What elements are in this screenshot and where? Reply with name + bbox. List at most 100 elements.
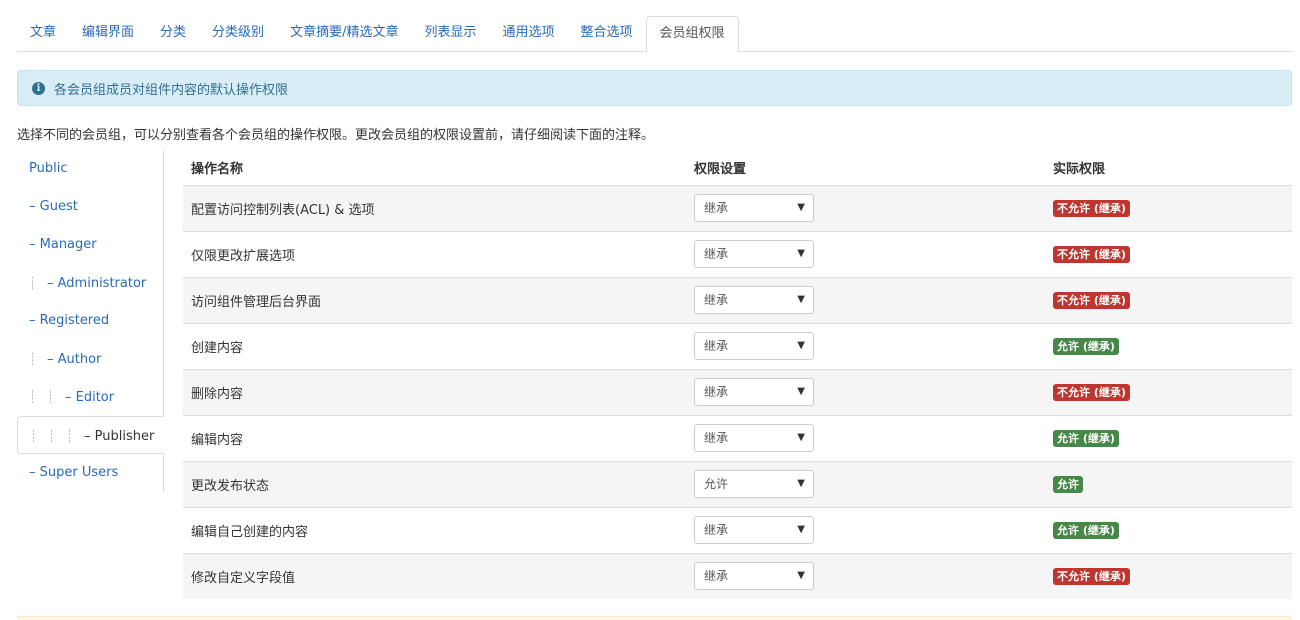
permission-select[interactable]: 允许 ▼ xyxy=(694,470,814,498)
group-item-administrator[interactable]: ┊ – Administrator xyxy=(17,264,163,302)
user-group-list: Public – Guest – Manager ┊ – Administrato… xyxy=(17,150,164,492)
select-value: 继承 xyxy=(704,569,729,584)
tab-shared[interactable]: 通用选项 xyxy=(489,16,567,52)
table-header-row: 操作名称 权限设置 实际权限 xyxy=(183,150,1292,186)
tree-guide-icon: ┊ xyxy=(47,390,55,404)
group-label: – Administrator xyxy=(47,276,147,291)
action-name: 删除内容 xyxy=(183,368,686,415)
select-value: 继承 xyxy=(704,431,729,445)
caret-down-icon: ▼ xyxy=(797,340,805,351)
group-item-editor[interactable]: ┊ ┊ – Editor xyxy=(17,378,163,416)
tab-permissions[interactable]: 会员组权限 xyxy=(645,16,739,53)
tree-guide-icon: ┊ xyxy=(29,352,37,366)
group-item-manager[interactable]: – Manager xyxy=(17,226,163,264)
group-item-publisher[interactable]: ┊ ┊ ┊ – Publisher xyxy=(17,416,164,454)
tab-bar: 文章 编辑界面 分类 分类级别 文章摘要/精选文章 列表显示 通用选项 整合选项… xyxy=(17,16,1292,53)
select-value: 继承 xyxy=(704,339,729,353)
status-badge: 不允许 (继承) xyxy=(1053,567,1130,585)
tab-list-layout[interactable]: 列表显示 xyxy=(411,16,489,52)
group-label: – Editor xyxy=(65,390,115,405)
group-item-author[interactable]: ┊ – Author xyxy=(17,340,163,378)
permissions-table: 操作名称 权限设置 实际权限 配置访问控制列表(ACL) & 选项 继承 ▼ 不允… xyxy=(183,150,1292,599)
action-name: 编辑内容 xyxy=(183,414,686,461)
group-item-super-users[interactable]: – Super Users xyxy=(17,454,163,492)
notes-alert xyxy=(17,616,1292,620)
action-name: 配置访问控制列表(ACL) & 选项 xyxy=(183,184,686,231)
caret-down-icon: ▼ xyxy=(797,570,805,582)
table-row: 更改发布状态 允许 ▼ 允许 xyxy=(183,460,1292,507)
action-name: 仅限更改扩展选项 xyxy=(183,230,686,277)
select-value: 继承 xyxy=(704,385,729,399)
tab-category[interactable]: 分类 xyxy=(147,16,199,52)
status-badge: 允许 (继承) xyxy=(1053,521,1119,539)
tab-editing-layout[interactable]: 编辑界面 xyxy=(69,16,147,52)
group-label: – Super Users xyxy=(29,465,119,480)
permission-select[interactable]: 继承 ▼ xyxy=(694,286,814,314)
table-row: 编辑自己创建的内容 继承 ▼ 允许 (继承) xyxy=(183,506,1292,553)
action-name: 编辑自己创建的内容 xyxy=(183,506,686,553)
table-row: 删除内容 继承 ▼ 不允许 (继承) xyxy=(183,368,1292,415)
group-label: – Author xyxy=(47,352,102,367)
info-alert: i 各会员组成员对组件内容的默认操作权限 xyxy=(17,70,1292,106)
select-value: 继承 xyxy=(704,201,729,215)
status-badge: 允许 (继承) xyxy=(1053,429,1119,447)
permission-select[interactable]: 继承 ▼ xyxy=(694,378,814,406)
select-value: 允许 xyxy=(704,477,729,491)
caret-down-icon: ▼ xyxy=(797,248,805,259)
permission-select[interactable]: 继承 ▼ xyxy=(694,240,814,268)
tree-guide-icon: ┊ xyxy=(29,390,37,404)
group-label: – Publisher xyxy=(84,429,155,444)
table-row: 修改自定义字段值 继承 ▼ 不允许 (继承) xyxy=(183,552,1292,599)
status-badge: 不允许 (继承) xyxy=(1053,245,1130,263)
table-row: 配置访问控制列表(ACL) & 选项 继承 ▼ 不允许 (继承) xyxy=(183,184,1292,231)
tab-blog-featured[interactable]: 文章摘要/精选文章 xyxy=(277,16,411,52)
permission-select[interactable]: 继承 ▼ xyxy=(694,194,814,222)
tab-integration[interactable]: 整合选项 xyxy=(567,16,645,52)
permission-select[interactable]: 继承 ▼ xyxy=(694,332,814,360)
table-row: 编辑内容 继承 ▼ 允许 (继承) xyxy=(183,414,1292,461)
group-label: – Manager xyxy=(29,237,97,252)
caret-down-icon: ▼ xyxy=(797,524,805,535)
group-item-registered[interactable]: – Registered xyxy=(17,302,163,340)
group-item-guest[interactable]: – Guest xyxy=(17,188,163,226)
caret-down-icon: ▼ xyxy=(797,202,805,213)
status-badge: 不允许 (继承) xyxy=(1053,199,1130,217)
select-value: 继承 xyxy=(704,247,729,261)
status-badge: 不允许 (继承) xyxy=(1053,383,1130,401)
tab-category-level[interactable]: 分类级别 xyxy=(199,16,277,52)
select-value: 继承 xyxy=(704,293,729,307)
tree-guide-icon: ┊ xyxy=(48,429,56,443)
action-name: 修改自定义字段值 xyxy=(183,552,686,599)
caret-down-icon: ▼ xyxy=(797,478,805,489)
group-label: – Registered xyxy=(29,313,110,328)
status-badge: 允许 xyxy=(1053,475,1083,493)
info-icon: i xyxy=(32,81,45,95)
tab-article[interactable]: 文章 xyxy=(17,16,69,52)
table-row: 创建内容 继承 ▼ 允许 (继承) xyxy=(183,322,1292,369)
caret-down-icon: ▼ xyxy=(797,386,805,397)
action-name: 创建内容 xyxy=(183,322,686,369)
action-name: 访问组件管理后台界面 xyxy=(183,276,686,323)
permission-select[interactable]: 继承 ▼ xyxy=(694,516,814,544)
action-name: 更改发布状态 xyxy=(183,460,686,507)
permissions-description: 选择不同的会员组，可以分别查看各个会员组的操作权限。更改会员组的权限设置前，请仔… xyxy=(17,128,655,143)
header-setting: 权限设置 xyxy=(686,150,1045,186)
select-value: 继承 xyxy=(704,523,729,537)
group-label: – Guest xyxy=(29,199,78,214)
header-action: 操作名称 xyxy=(183,150,686,186)
permission-select[interactable]: 继承 ▼ xyxy=(694,562,814,591)
group-item-public[interactable]: Public xyxy=(17,150,163,188)
tree-guide-icon: ┊ xyxy=(66,429,74,443)
table-row: 仅限更改扩展选项 继承 ▼ 不允许 (继承) xyxy=(183,230,1292,277)
caret-down-icon: ▼ xyxy=(797,294,805,305)
status-badge: 不允许 (继承) xyxy=(1053,291,1130,309)
table-row: 访问组件管理后台界面 继承 ▼ 不允许 (继承) xyxy=(183,276,1292,323)
info-alert-text: 各会员组成员对组件内容的默认操作权限 xyxy=(54,82,289,98)
tree-guide-icon: ┊ xyxy=(29,276,37,290)
caret-down-icon: ▼ xyxy=(797,432,805,443)
permission-select[interactable]: 继承 ▼ xyxy=(694,424,814,452)
header-actual: 实际权限 xyxy=(1045,150,1292,186)
status-badge: 允许 (继承) xyxy=(1053,337,1119,355)
tree-guide-icon: ┊ xyxy=(30,429,38,443)
group-label: Public xyxy=(29,161,68,176)
